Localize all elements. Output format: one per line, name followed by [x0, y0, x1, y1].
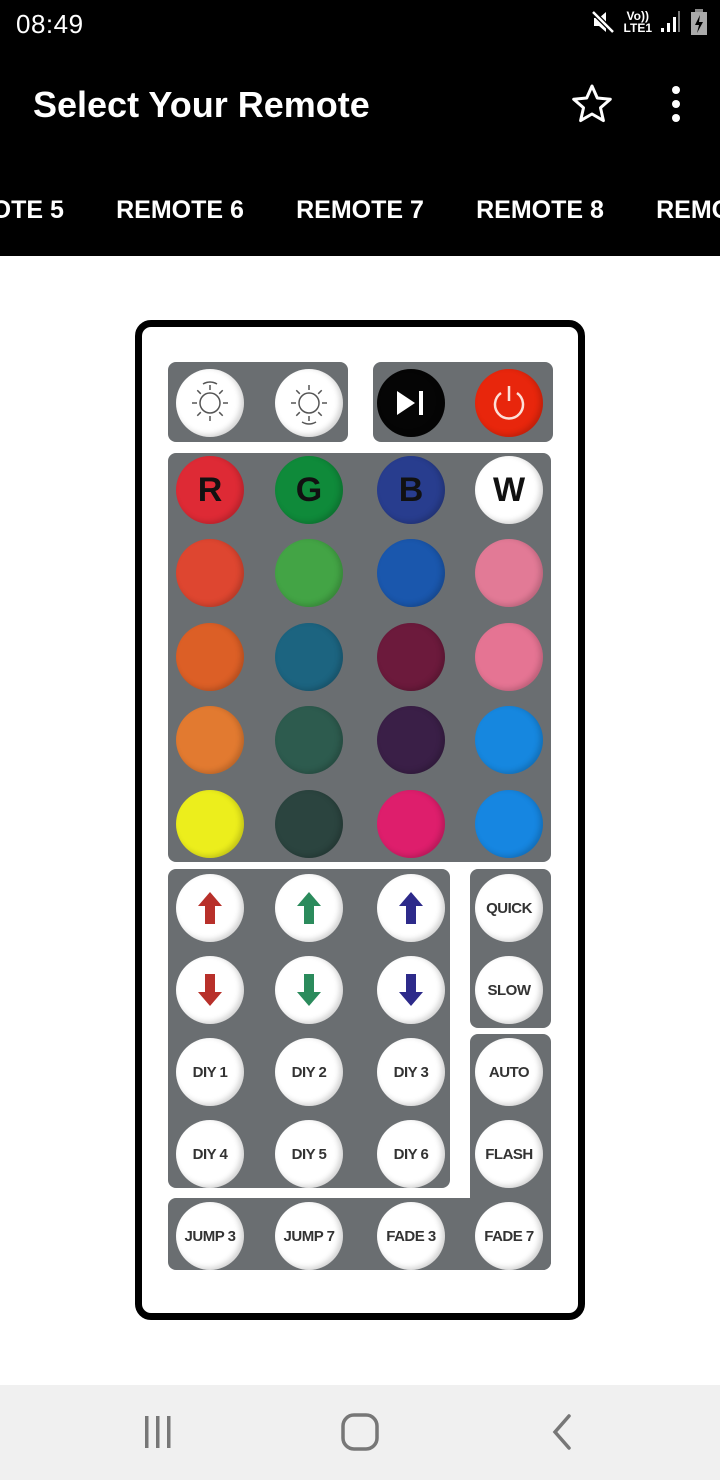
- back-icon: [552, 1414, 571, 1450]
- color-button-1-3[interactable]: [475, 539, 543, 607]
- jump-3-button-label: JUMP 3: [184, 1227, 236, 1245]
- diy-2-button[interactable]: DIY 2: [275, 1038, 343, 1106]
- color-button-1-2[interactable]: [377, 539, 445, 607]
- tab-remote-6[interactable]: REMOTE 6: [90, 160, 270, 256]
- recent-apps-button[interactable]: [128, 1407, 188, 1457]
- power-button[interactable]: [475, 369, 543, 437]
- red-down-button[interactable]: [176, 956, 244, 1024]
- app-bar: Select Your Remote: [0, 50, 720, 160]
- diy-5-button[interactable]: DIY 5: [275, 1120, 343, 1188]
- quick-button[interactable]: QUICK: [475, 874, 543, 942]
- tab-remote-9[interactable]: REMOTE 9: [630, 160, 720, 256]
- jump-7-button-label: JUMP 7: [283, 1227, 335, 1245]
- more-vert-icon[interactable]: [660, 82, 692, 126]
- diy-3-button-label: DIY 3: [393, 1063, 429, 1081]
- diy-1-button-label: DIY 1: [192, 1063, 228, 1081]
- play-pause-icon: [397, 391, 423, 415]
- remote-control: R G B W DIY 1 DIY 2 DIY 3 DIY 4 DIY 5 DIY 6 QUICK S…: [135, 320, 585, 1320]
- color-button-2-2[interactable]: [377, 623, 445, 691]
- diy-1-button[interactable]: DIY 1: [176, 1038, 244, 1106]
- diy-4-button-label: DIY 4: [192, 1145, 228, 1163]
- brightness-down-icon: [291, 385, 327, 425]
- clock: 08:49: [16, 9, 84, 39]
- arrow-down-icon: [198, 974, 222, 1006]
- brightness-up-icon: [192, 381, 228, 421]
- arrow-up-icon: [297, 892, 321, 924]
- fade-3-button-label: FADE 3: [386, 1227, 436, 1245]
- brightness-down-button[interactable]: [275, 369, 343, 437]
- diy-5-button-label: DIY 5: [291, 1145, 327, 1163]
- back-button[interactable]: [532, 1407, 592, 1457]
- color-r-button-label: R: [197, 470, 223, 509]
- color-button-3-3[interactable]: [475, 706, 543, 774]
- power-icon: [493, 386, 525, 420]
- volte-lte-icon: Vo)) LTE1: [624, 10, 652, 34]
- tab-remote-7[interactable]: REMOTE 7: [270, 160, 450, 256]
- color-button-1-1[interactable]: [275, 539, 343, 607]
- color-g-button-label: G: [295, 470, 323, 509]
- lte-label: LTE1: [623, 21, 652, 35]
- slow-button-label: SLOW: [487, 981, 532, 999]
- recent-apps-icon: [145, 1416, 171, 1448]
- green-up-button[interactable]: [275, 874, 343, 942]
- remote-tabs: REMOTE 5 REMOTE 6 REMOTE 7 REMOTE 8 REMO…: [0, 160, 720, 256]
- auto-button-label: AUTO: [488, 1063, 530, 1081]
- navigation-bar: [0, 1385, 720, 1480]
- color-button-3-2[interactable]: [377, 706, 445, 774]
- blue-up-button[interactable]: [377, 874, 445, 942]
- arrow-up-icon: [198, 892, 222, 924]
- jump-7-button[interactable]: JUMP 7: [275, 1202, 343, 1270]
- color-b-button-label: B: [398, 470, 424, 509]
- brightness-up-button[interactable]: [176, 369, 244, 437]
- color-r-button[interactable]: R: [176, 456, 244, 524]
- color-button-3-1[interactable]: [275, 706, 343, 774]
- color-button-3-0[interactable]: [176, 706, 244, 774]
- color-w-button-label: W: [492, 470, 526, 509]
- home-icon: [341, 1413, 379, 1451]
- color-button-4-1[interactable]: [275, 790, 343, 858]
- page-title: Select Your Remote: [33, 84, 370, 125]
- green-down-button[interactable]: [275, 956, 343, 1024]
- color-b-button[interactable]: B: [377, 456, 445, 524]
- mute-icon: [590, 10, 615, 34]
- color-w-button[interactable]: W: [475, 456, 543, 524]
- fade-3-button[interactable]: FADE 3: [377, 1202, 445, 1270]
- star-icon[interactable]: [570, 82, 614, 126]
- tab-remote-5[interactable]: REMOTE 5: [0, 160, 90, 256]
- diy-6-button[interactable]: DIY 6: [377, 1120, 445, 1188]
- color-button-4-3[interactable]: [475, 790, 543, 858]
- diy-2-button-label: DIY 2: [291, 1063, 327, 1081]
- play-pause-button[interactable]: [377, 369, 445, 437]
- slow-button[interactable]: SLOW: [475, 956, 543, 1024]
- color-button-1-0[interactable]: [176, 539, 244, 607]
- color-button-4-0[interactable]: [176, 790, 244, 858]
- flash-button-label: FLASH: [485, 1145, 533, 1163]
- arrow-up-icon: [399, 892, 423, 924]
- signal-icon: [661, 11, 680, 32]
- color-button-2-3[interactable]: [475, 623, 543, 691]
- color-button-4-2[interactable]: [377, 790, 445, 858]
- status-bar: 08:49 Vo)) LTE1: [0, 0, 720, 50]
- red-up-button[interactable]: [176, 874, 244, 942]
- tab-remote-8[interactable]: REMOTE 8: [450, 160, 630, 256]
- color-button-2-0[interactable]: [176, 623, 244, 691]
- home-button[interactable]: [330, 1407, 390, 1457]
- diy-4-button[interactable]: DIY 4: [176, 1120, 244, 1188]
- diy-6-button-label: DIY 6: [393, 1145, 429, 1163]
- diy-3-button[interactable]: DIY 3: [377, 1038, 445, 1106]
- auto-button[interactable]: AUTO: [475, 1038, 543, 1106]
- flash-button[interactable]: FLASH: [475, 1120, 543, 1188]
- quick-button-label: QUICK: [486, 899, 532, 917]
- battery-charging-icon: [691, 9, 707, 35]
- color-g-button[interactable]: G: [275, 456, 343, 524]
- fade-7-button-label: FADE 7: [484, 1227, 534, 1245]
- fade-7-button[interactable]: FADE 7: [475, 1202, 543, 1270]
- arrow-down-icon: [297, 974, 321, 1006]
- jump-3-button[interactable]: JUMP 3: [176, 1202, 244, 1270]
- color-button-2-1[interactable]: [275, 623, 343, 691]
- blue-down-button[interactable]: [377, 956, 445, 1024]
- arrow-down-icon: [399, 974, 423, 1006]
